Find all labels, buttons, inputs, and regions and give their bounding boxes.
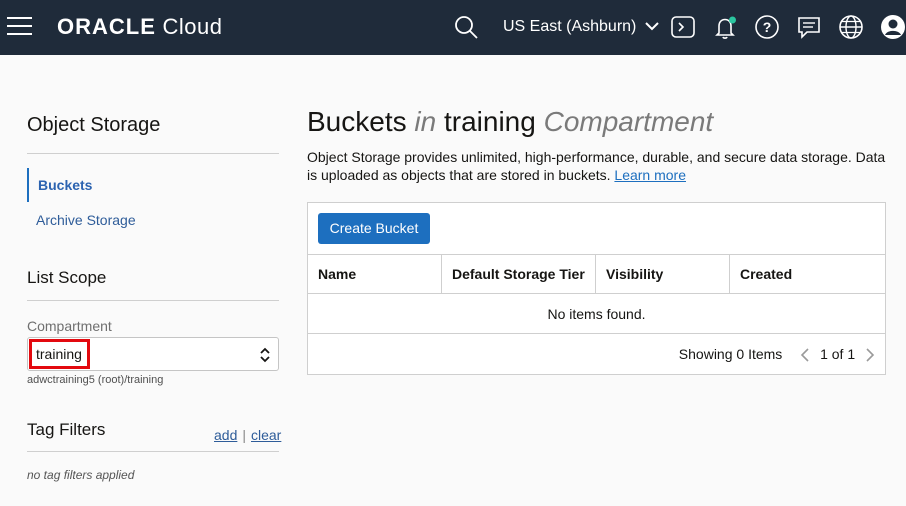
page-title: Buckets in training Compartment	[307, 106, 713, 138]
next-page-icon[interactable]	[865, 347, 875, 363]
page-title-suffix: Compartment	[543, 106, 714, 137]
sidebar-item-archive-storage[interactable]: Archive Storage	[27, 203, 279, 237]
page-description: Object Storage provides unlimited, high-…	[307, 148, 892, 184]
logo-product: Cloud	[162, 14, 223, 39]
column-header-visibility[interactable]: Visibility	[596, 255, 730, 294]
empty-table-message: No items found.	[308, 294, 885, 334]
column-header-storage-tier[interactable]: Default Storage Tier	[442, 255, 596, 294]
compartment-select[interactable]: training	[27, 337, 279, 371]
cloud-shell-icon[interactable]	[670, 14, 696, 40]
divider	[27, 153, 279, 154]
sidebar-title: Object Storage	[27, 114, 161, 136]
no-tag-filters-text: no tag filters applied	[27, 468, 135, 482]
create-bucket-button[interactable]: Create Bucket	[318, 213, 430, 244]
logo-brand: ORACLE	[57, 14, 156, 39]
learn-more-link[interactable]: Learn more	[614, 167, 686, 183]
divider	[27, 451, 279, 452]
chevron-down-icon	[645, 22, 659, 31]
page-title-in: in	[414, 106, 437, 137]
user-icon[interactable]	[880, 14, 906, 40]
column-header-created[interactable]: Created	[730, 255, 885, 294]
help-icon[interactable]: ?	[754, 14, 780, 40]
page-title-main: Buckets	[307, 106, 407, 137]
page-info: 1 of 1	[820, 346, 856, 362]
region-label: US East (Ashburn)	[503, 18, 637, 35]
compartment-label: Compartment	[27, 318, 112, 334]
pagination: Showing 0 Items 1 of 1	[679, 343, 875, 365]
top-navigation-bar: ORACLE Cloud US East (Ashburn) ?	[0, 0, 906, 55]
description-text: Object Storage provides unlimited, high-…	[307, 149, 886, 183]
compartment-value: training	[29, 339, 90, 369]
clear-tag-filters-link[interactable]: clear	[251, 427, 281, 443]
chevron-up-down-icon	[260, 347, 270, 363]
bell-icon[interactable]	[712, 14, 738, 40]
tag-filter-actions: add | clear	[214, 427, 281, 443]
search-icon[interactable]	[453, 14, 479, 40]
list-scope-title: List Scope	[27, 268, 107, 287]
notification-dot	[729, 16, 736, 24]
globe-icon[interactable]	[838, 14, 864, 40]
menu-icon[interactable]	[7, 17, 32, 35]
previous-page-icon[interactable]	[800, 347, 810, 363]
chat-icon[interactable]	[796, 14, 822, 40]
svg-text:?: ?	[763, 19, 772, 35]
add-tag-filter-link[interactable]: add	[214, 427, 237, 443]
tag-filters-title: Tag Filters	[27, 420, 106, 439]
column-header-name[interactable]: Name	[308, 255, 442, 294]
region-selector[interactable]: US East (Ashburn)	[503, 18, 659, 36]
item-count: Showing 0 Items	[678, 346, 783, 362]
separator: |	[242, 427, 246, 443]
sidebar-item-buckets[interactable]: Buckets	[27, 168, 279, 202]
table-header: Name Default Storage Tier Visibility Cre…	[308, 254, 885, 294]
buckets-table-panel: Create Bucket Name Default Storage Tier …	[307, 202, 886, 375]
divider	[27, 300, 279, 301]
page-title-compartment: training	[443, 106, 536, 137]
oracle-cloud-logo[interactable]: ORACLE Cloud	[57, 14, 223, 40]
compartment-path: adwctraining5 (root)/training	[27, 374, 164, 386]
